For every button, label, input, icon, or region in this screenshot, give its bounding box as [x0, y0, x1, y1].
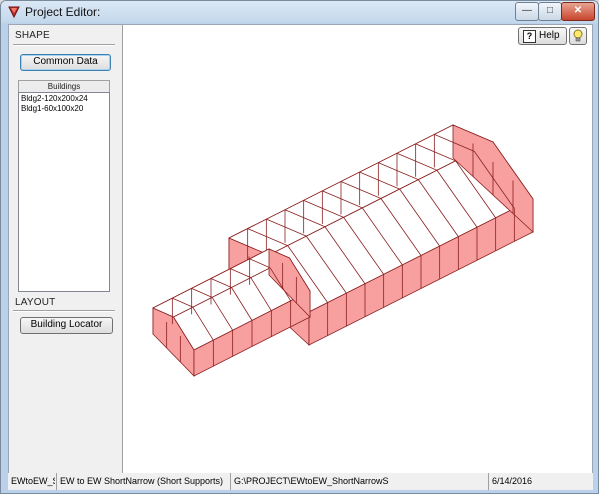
app-icon	[8, 6, 20, 19]
help-button[interactable]: ? Help	[518, 27, 567, 45]
shape-separator	[13, 44, 115, 46]
building-list-item[interactable]: Bldg2-120x200x24	[21, 94, 107, 104]
left-panel: SHAPE Common Data Buildings Bldg2-120x20…	[9, 25, 123, 473]
window-title: Project Editor:	[25, 5, 101, 19]
help-icon: ?	[523, 30, 536, 43]
editor-client-area: SHAPE Common Data Buildings Bldg2-120x20…	[8, 24, 593, 474]
status-date: 6/14/2016	[488, 473, 587, 490]
layout-separator	[13, 310, 115, 312]
building-3d-view[interactable]: ? Help	[123, 25, 592, 473]
shape-section-label: SHAPE	[15, 30, 50, 41]
status-path: G:\PROJECT\EWtoEW_ShortNarrowS	[230, 473, 390, 490]
minimize-button[interactable]: —	[515, 2, 539, 21]
close-button[interactable]: ✕	[561, 2, 595, 21]
buildings-group: Buildings Bldg2-120x200x24 Bldg1-60x100x…	[18, 80, 110, 292]
layout-section-label: LAYOUT	[15, 297, 56, 308]
project-editor-window: Project Editor: — □ ✕ SHAPE Common Data …	[0, 0, 599, 494]
building-model-drawing	[152, 124, 534, 377]
help-label: Help	[539, 30, 560, 41]
buildings-listbox[interactable]: Bldg2-120x200x24 Bldg1-60x100x20	[18, 92, 110, 292]
building-list-item[interactable]: Bldg1-60x100x20	[21, 104, 107, 114]
title-bar[interactable]: Project Editor: — □ ✕	[1, 1, 598, 23]
status-file: EWtoEW_Sh	[11, 476, 55, 486]
building-locator-button[interactable]: Building Locator	[20, 317, 113, 334]
tip-button[interactable]	[569, 27, 587, 45]
status-bar: EWtoEW_Sh EW to EW ShortNarrow (Short Su…	[8, 473, 593, 490]
maximize-button[interactable]: □	[538, 2, 562, 21]
lightbulb-icon	[573, 29, 583, 42]
status-description: EW to EW ShortNarrow (Short Supports)	[56, 473, 225, 490]
common-data-button[interactable]: Common Data	[20, 54, 111, 71]
buildings-header: Buildings	[18, 80, 110, 92]
